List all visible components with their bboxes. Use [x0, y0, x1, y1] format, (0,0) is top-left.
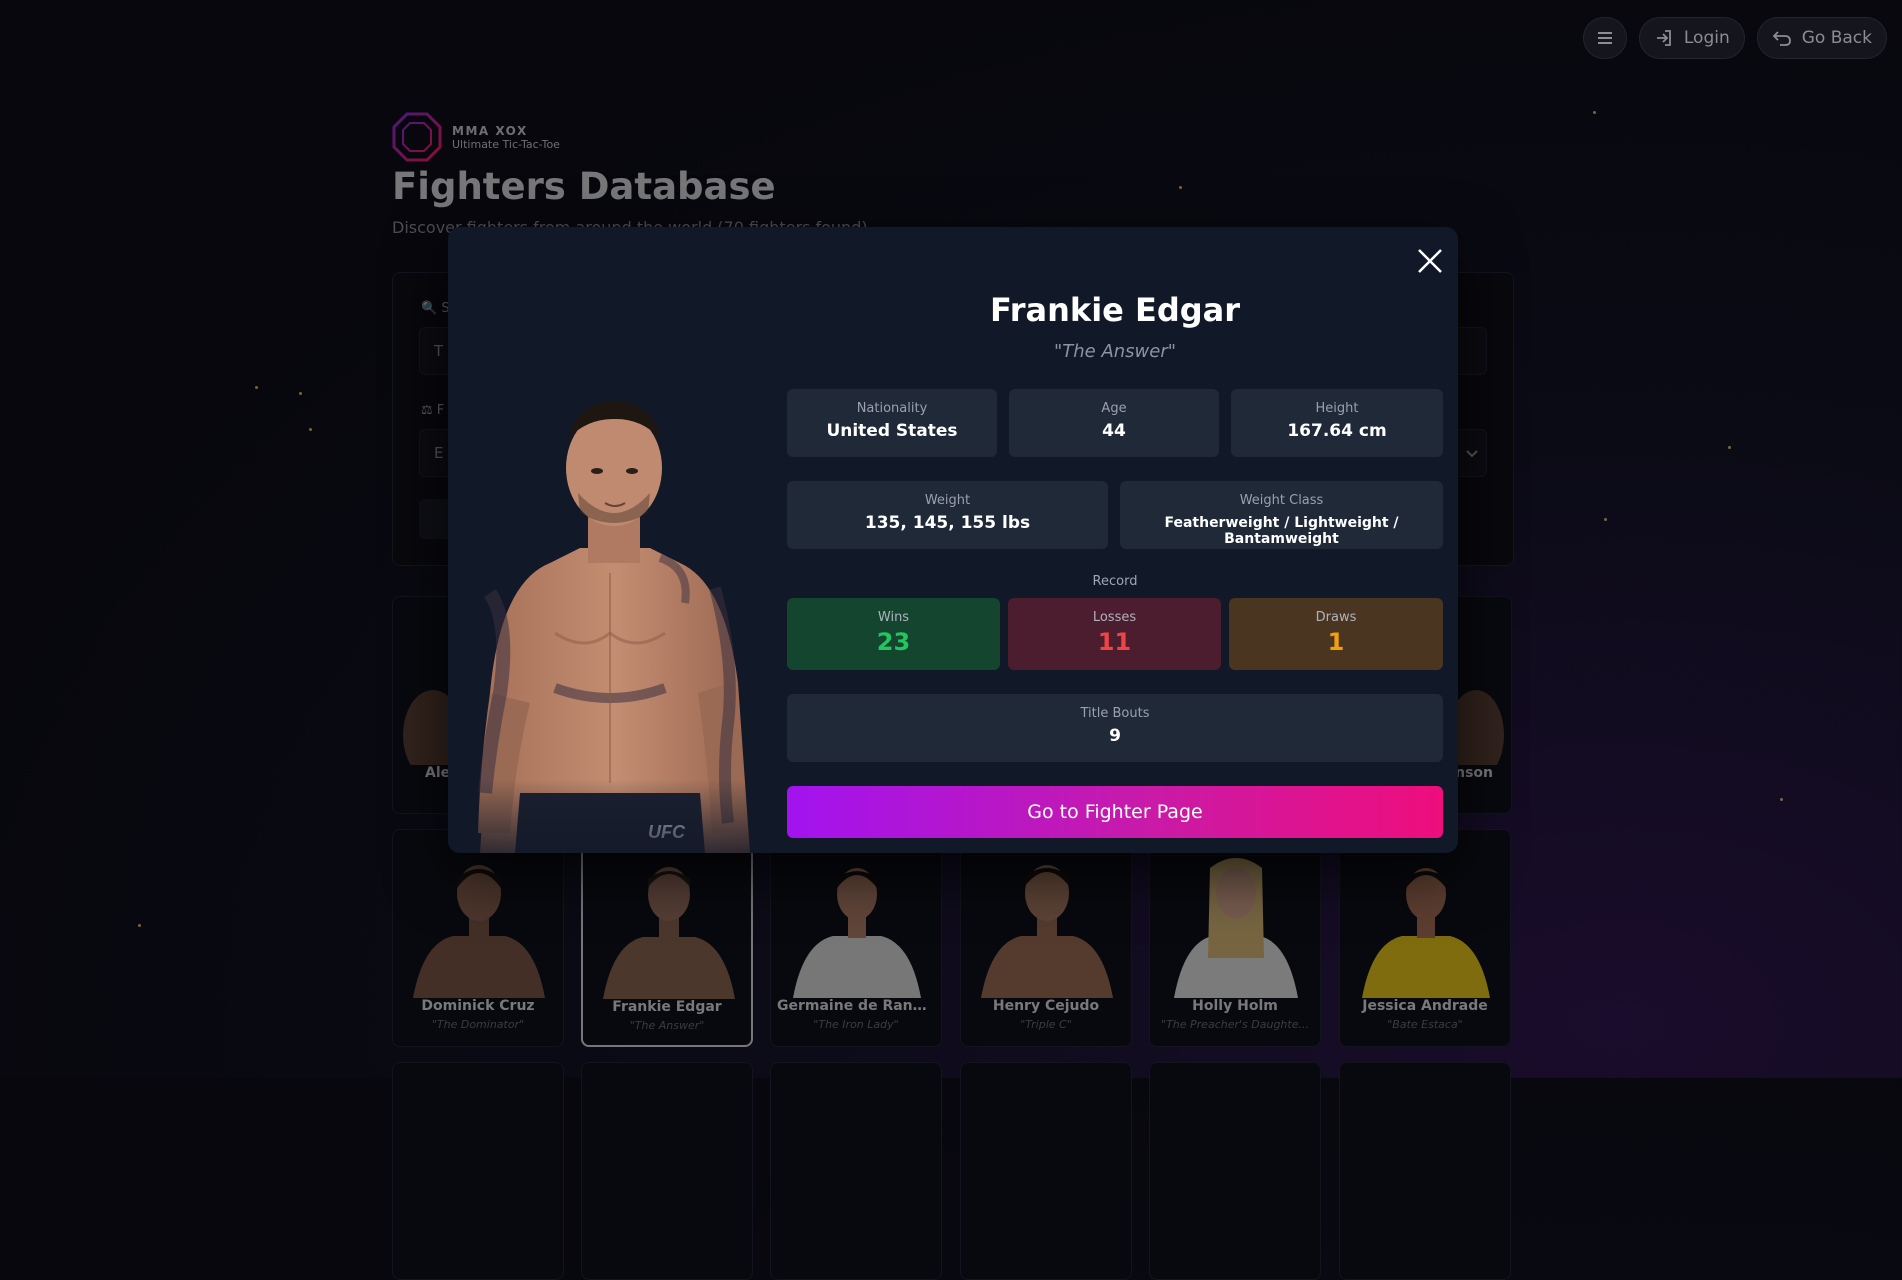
record-title: Record	[1092, 574, 1138, 589]
fighter-name: Jessica Andrade	[1362, 998, 1488, 1014]
weight-class-value: Featherweight / Lightweight / Bantamweig…	[1164, 515, 1399, 547]
weight-value: 135, 145, 155 lbs	[864, 513, 1031, 533]
fighter-card[interactable]: Germaine de Randa... "The Iron Lady"	[770, 829, 942, 1047]
age-stat: Age 44	[1009, 389, 1219, 457]
height-stat: Height 167.64 cm	[1231, 389, 1443, 457]
wins-box: Wins 23	[787, 598, 1000, 670]
filter-label: ⚖ F	[421, 403, 445, 418]
go-back-label: Go Back	[1801, 28, 1872, 48]
fighter-photo	[1362, 868, 1490, 998]
fighter-card[interactable]: Henry Cejudo "Triple C"	[960, 829, 1132, 1047]
brand-name: MMA XOX	[452, 123, 528, 138]
search-label: 🔍 S	[421, 301, 450, 316]
fighter-card[interactable]	[960, 1062, 1132, 1280]
weight-stat: Weight 135, 145, 155 lbs	[787, 481, 1108, 549]
login-button[interactable]: Login	[1638, 17, 1745, 59]
fighter-name: Dominick Cruz	[421, 998, 535, 1014]
fighter-nickname: "The Answer"	[629, 1019, 705, 1032]
draws-value: 1	[1327, 628, 1345, 656]
fighter-photo	[981, 865, 1113, 998]
title-bouts-label: Title Bouts	[1080, 706, 1150, 721]
age-label: Age	[1101, 401, 1127, 416]
fighter-nickname: "Triple C"	[1020, 1018, 1072, 1031]
login-icon	[1656, 30, 1671, 46]
brand-tagline: Ultimate Tic-Tac-Toe	[452, 137, 560, 151]
weight-class-label: Weight Class	[1239, 493, 1324, 508]
fighter-name: Henry Cejudo	[992, 998, 1100, 1014]
fighter-detail-modal: UFC Frankie Edgar "The Answer" Nationali…	[448, 227, 1458, 853]
fighter-photo	[603, 867, 735, 999]
fighter-card[interactable]	[1149, 1062, 1321, 1280]
fighter-name: Holly Holm	[1192, 998, 1278, 1014]
login-label: Login	[1683, 28, 1730, 48]
close-icon[interactable]	[1414, 245, 1446, 277]
wins-label: Wins	[877, 610, 910, 625]
fighter-nickname: "The Preacher's Daughte...	[1161, 1018, 1309, 1031]
fighter-card[interactable]	[581, 1062, 753, 1280]
draws-box: Draws 1	[1229, 598, 1443, 670]
title-bouts-value: 9	[1109, 726, 1121, 746]
fighter-card[interactable]	[392, 1062, 564, 1280]
fighter-card[interactable]: Jessica Andrade "Bate Estaca"	[1339, 829, 1511, 1047]
fighter-nickname: "Bate Estaca"	[1387, 1018, 1463, 1031]
age-value: 44	[1102, 421, 1126, 441]
nationality-stat: Nationality United States	[787, 389, 997, 457]
go-back-button[interactable]: Go Back	[1756, 17, 1887, 59]
top-bar: Login Go Back	[1582, 17, 1887, 59]
undo-arrow-icon	[1772, 31, 1791, 46]
title-bouts-stat: Title Bouts 9	[787, 694, 1443, 762]
hamburger-icon	[1597, 32, 1612, 44]
chevron-down-icon	[1466, 450, 1478, 458]
fighter-nickname: "The Answer"	[1053, 341, 1177, 362]
height-label: Height	[1315, 401, 1359, 416]
page-title: Fighters Database	[392, 165, 776, 208]
losses-value: 11	[1097, 628, 1132, 656]
fighter-card-selected[interactable]: Frankie Edgar "The Answer"	[581, 829, 753, 1047]
fighter-name: Frankie Edgar	[989, 291, 1241, 329]
height-value: 167.64 cm	[1287, 421, 1387, 441]
fighter-card[interactable]: Holly Holm "The Preacher's Daughte...	[1149, 829, 1321, 1047]
nationality-label: Nationality	[856, 401, 928, 416]
go-to-fighter-page-button[interactable]: Go to Fighter Page	[787, 786, 1443, 838]
fighter-card[interactable]	[770, 1062, 942, 1280]
octagon-logo-icon	[392, 112, 442, 162]
brand[interactable]: MMA XOX Ultimate Tic-Tac-Toe	[392, 112, 560, 162]
nationality-value: United States	[826, 421, 958, 441]
fighter-card[interactable]	[1339, 1062, 1511, 1280]
menu-button[interactable]	[1582, 17, 1627, 59]
fighter-name: Germaine de Randa...	[777, 998, 941, 1014]
fighter-name: Frankie Edgar	[612, 999, 722, 1015]
fighter-nickname: "The Iron Lady"	[813, 1018, 899, 1031]
fighter-photo	[413, 865, 545, 998]
losses-label: Losses	[1092, 610, 1137, 625]
fighter-photo	[1174, 858, 1298, 998]
weight-class-stat: Weight Class Featherweight / Lightweight…	[1120, 481, 1443, 549]
fighter-photo: UFC	[460, 363, 760, 853]
weight-label: Weight	[924, 493, 971, 508]
wins-value: 23	[876, 628, 911, 656]
losses-box: Losses 11	[1008, 598, 1221, 670]
fighter-photo	[793, 868, 921, 998]
fighter-card[interactable]: Dominick Cruz "The Dominator"	[392, 829, 564, 1047]
fighter-nickname: "The Dominator"	[431, 1018, 525, 1031]
draws-label: Draws	[1315, 610, 1357, 625]
